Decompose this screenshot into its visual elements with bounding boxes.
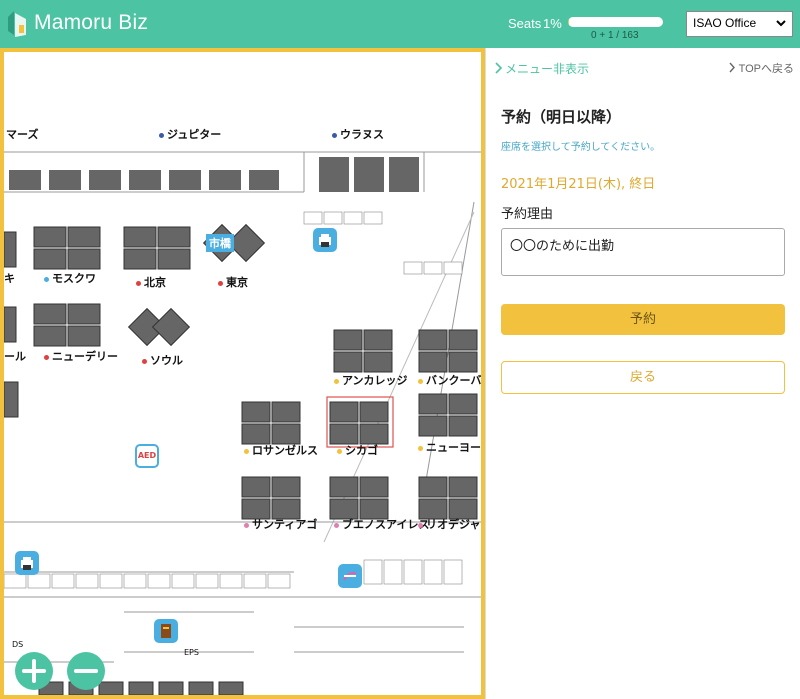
room-label-newyork: ニューヨーク <box>418 439 481 455</box>
room-dot <box>136 280 141 286</box>
room-label-moscow: モスクワ <box>44 270 96 286</box>
room-label-riodejaneiro: リオデジャネイロ <box>418 516 481 532</box>
room-label-jupiter: ジュピター <box>159 126 221 142</box>
back-button[interactable]: 戻る <box>501 361 785 394</box>
room-label-text: ニューヨーク <box>426 441 481 454</box>
room-label-ki: キ <box>4 272 15 285</box>
hide-menu-label: メニュー非表示 <box>505 62 590 76</box>
lounge-marker-icon[interactable] <box>338 564 362 588</box>
room-label-text: 東京 <box>226 276 248 289</box>
reserve-button[interactable]: 予約 <box>501 304 785 335</box>
room-dot <box>334 522 339 528</box>
reason-input[interactable]: 〇〇のために出勤 <box>501 228 785 276</box>
room-label-ds: DS <box>12 640 24 649</box>
room-label-text: バンクーバー <box>426 374 482 387</box>
room-label-text: サンティアゴ <box>252 518 318 531</box>
office-select-value: ISAO Office <box>693 16 757 30</box>
room-label-text: ブエノスアイレス <box>342 518 430 531</box>
office-select[interactable]: ISAO Office <box>686 11 793 37</box>
room-label-tokyo: 東京 <box>218 274 248 290</box>
room-label-vancouver: バンクーバー <box>418 372 482 388</box>
chevron-right-icon <box>495 62 503 74</box>
room-dot <box>334 378 339 384</box>
seats-progress-fill <box>568 17 569 27</box>
top-link-label: TOPへ戻る <box>738 63 794 75</box>
room-label-text: ソウル <box>150 354 183 367</box>
plus-icon <box>22 659 46 683</box>
room-label-text: モスクワ <box>52 272 96 285</box>
panel-title: 予約（明日以降） <box>501 108 622 126</box>
person-marker-ichibashi[interactable]: 市橋 <box>206 234 234 252</box>
hide-menu-link[interactable]: メニュー非表示 <box>494 60 589 77</box>
floor-map[interactable]: マーズ ジュピター ウラヌス キ モスクワ 北京 東京 市橋 ール ニューデリー… <box>0 48 485 699</box>
room-label-text: リオデジャネイロ <box>426 518 481 531</box>
room-label-seoul: ソウル <box>142 352 183 368</box>
cabinet-marker-icon[interactable] <box>154 619 178 643</box>
room-dot <box>244 522 249 528</box>
reservation-panel: メニュー非表示 TOPへ戻る 予約（明日以降） 座席を選択して予約してください。… <box>485 48 800 699</box>
room-label-text: 北京 <box>144 276 166 289</box>
room-dot <box>332 132 337 138</box>
room-dot <box>418 522 423 528</box>
zoom-out-button[interactable] <box>67 652 105 690</box>
room-dot <box>418 445 423 451</box>
room-label-text: ロサンゼルス <box>252 444 318 457</box>
room-label-beijing: 北京 <box>136 274 166 290</box>
back-to-top-link[interactable]: TOPへ戻る <box>728 60 794 76</box>
seats-count: 0 + 1 / 163 <box>591 30 639 41</box>
room-label-text: ウラヌス <box>340 128 384 141</box>
room-dot <box>142 358 147 364</box>
room-dot <box>244 448 249 454</box>
room-label-text: シカゴ <box>345 444 378 457</box>
room-label-losangeles: ロサンゼルス <box>244 442 318 458</box>
minus-icon <box>74 669 98 673</box>
room-label-uranus: ウラヌス <box>332 126 384 142</box>
seats-percent: 1% <box>543 16 562 31</box>
panel-hint: 座席を選択して予約してください。 <box>501 142 661 153</box>
chevron-down-icon <box>776 20 786 27</box>
printer-marker-icon[interactable] <box>313 228 337 252</box>
floor-plan-drawing <box>4 151 481 695</box>
room-label-santiago: サンティアゴ <box>244 516 317 532</box>
room-label-anchorage: アンカレッジ <box>334 372 408 388</box>
room-dot <box>218 280 223 286</box>
room-dot <box>44 354 49 360</box>
room-dot <box>159 132 164 138</box>
brand-name[interactable]: Mamoru Biz <box>34 11 148 35</box>
printer-marker-icon[interactable] <box>15 551 39 575</box>
seats-progress-bar <box>568 17 663 27</box>
room-dot <box>44 276 49 282</box>
chevron-right-icon <box>729 62 735 73</box>
room-label-text: ジュピター <box>167 128 222 141</box>
aed-marker[interactable]: AED <box>135 444 159 468</box>
room-label-newdelhi: ニューデリー <box>44 348 118 364</box>
aed-label: AED <box>137 451 157 460</box>
reservation-date: 2021年1月21日(木), 終日 <box>501 177 656 192</box>
room-dot <box>418 378 423 384</box>
room-label-buenosaires: ブエノスアイレス <box>334 516 429 532</box>
seats-label: Seats <box>508 16 542 31</box>
room-label-ru: ール <box>4 350 26 363</box>
app-logo-icon <box>8 11 26 37</box>
zoom-in-button[interactable] <box>15 652 53 690</box>
room-label-chicago: シカゴ <box>337 442 378 458</box>
room-dot <box>337 448 342 454</box>
app-header: Mamoru Biz Seats 1% 0 + 1 / 163 ISAO Off… <box>0 0 800 48</box>
room-label-mars: マーズ <box>6 128 39 141</box>
reason-label: 予約理由 <box>501 207 554 222</box>
room-label-text: アンカレッジ <box>342 374 408 387</box>
room-label-eps: EPS <box>184 648 199 657</box>
room-label-text: ニューデリー <box>52 350 118 363</box>
